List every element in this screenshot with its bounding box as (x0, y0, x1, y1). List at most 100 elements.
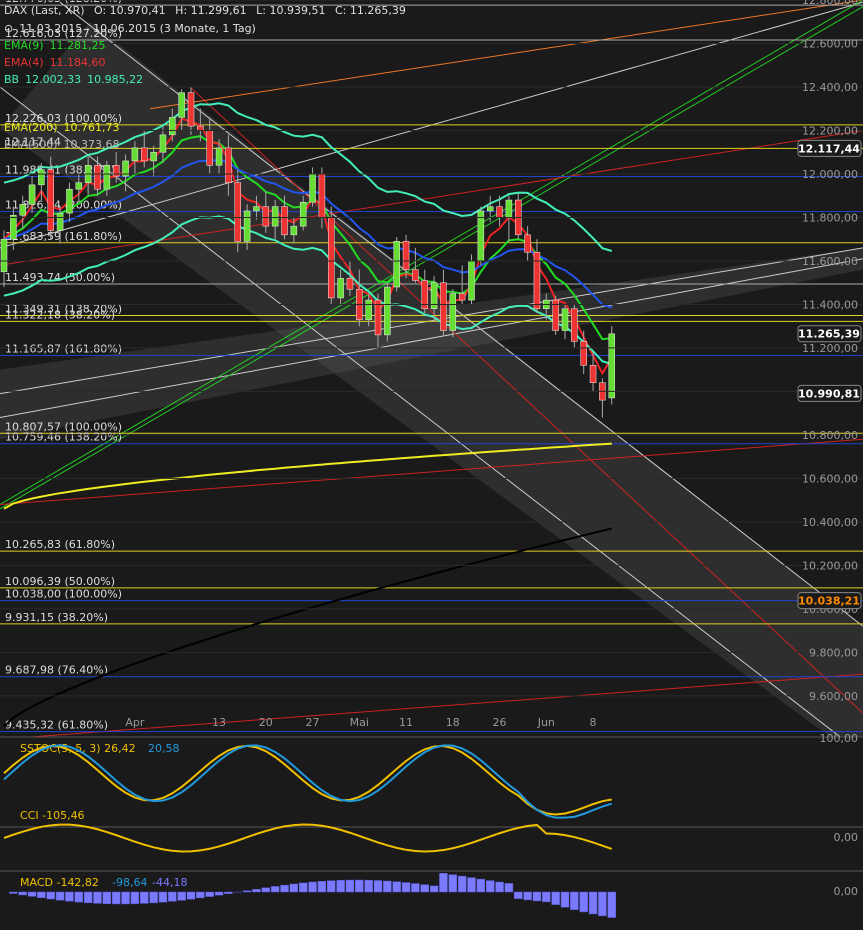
macd-legend-label: MACD -142,82 (20, 876, 99, 889)
candle-body (486, 206, 494, 212)
clock-icon: ⊙ (4, 22, 14, 35)
x-tick-label: 26 (493, 716, 507, 729)
x-tick-label: 18 (446, 716, 460, 729)
x-tick-label: Mai (350, 716, 369, 729)
macd-histogram-bar (121, 891, 130, 905)
candle-body (346, 278, 354, 290)
macd-histogram-bar (55, 891, 65, 901)
y-tick-label: 12.000,00 (802, 168, 858, 181)
macd-histogram-bar (607, 891, 616, 918)
candle-body (468, 260, 475, 301)
price-badge-label: 10.990,81 (798, 387, 860, 400)
cci-background (0, 827, 863, 869)
candle-body (281, 206, 288, 236)
candle-body (234, 182, 241, 242)
candle-body (103, 165, 111, 190)
macd-histogram-bar (355, 879, 364, 893)
y-tick-label: 10.400,00 (802, 516, 858, 529)
candle-body (131, 147, 139, 162)
legend-ema9-value: 11.281,25 (49, 39, 106, 52)
legend-ema500-value: 10.373,68 (63, 138, 120, 151)
candle-body (290, 225, 298, 236)
date-range-text: 11.03.2015 - 10.06.2015 (3 Monate, 1 Tag… (19, 22, 256, 35)
close-value: C: 11.265,39 (334, 4, 406, 17)
x-tick-label: Apr (125, 716, 145, 729)
y-tick-label: 12.200,00 (802, 124, 858, 137)
level-label: 11.165,87 (161.80%) (5, 342, 122, 355)
y-tick-label: 10.600,00 (802, 472, 858, 485)
macd-histogram-bar (261, 887, 271, 893)
macd-histogram-bar (429, 885, 439, 893)
legend-ema200-value: 10.761,73 (63, 121, 120, 134)
legend-bb: BB 12.002,33 10.985,22 (4, 73, 149, 86)
price-badge-label: 10.038,21 (798, 595, 860, 608)
candle-body (299, 201, 307, 227)
candle-body (225, 147, 232, 183)
y-tick-label: 9.800,00 (809, 646, 858, 659)
macd-histogram-bar (214, 891, 224, 896)
candle-body (477, 210, 485, 262)
open-value: O: 10.970,41 (94, 4, 166, 17)
macd-histogram-bar (448, 874, 458, 893)
macd-histogram-bar (485, 880, 495, 893)
candle-body (159, 134, 167, 153)
macd-histogram-bar (392, 881, 401, 893)
y-tick-label: 11.400,00 (802, 298, 858, 311)
level-label: 10.096,39 (50.00%) (5, 575, 115, 588)
candle-body (187, 92, 195, 127)
macd-histogram-bar (327, 880, 336, 893)
candle-body (206, 130, 213, 166)
stochastic-panel: SSTOC(5, 5, 3) 26,42 20,58100,00 (0, 732, 863, 825)
macd-histogram-bar (551, 891, 560, 905)
macd-histogram-bar (177, 891, 186, 901)
macd-histogram-bar (457, 875, 467, 893)
candle-body (262, 206, 270, 227)
candle-body (328, 217, 335, 299)
candle-body (374, 299, 382, 336)
macd-histogram-bar (158, 891, 168, 903)
candle-body (440, 282, 447, 331)
candle-body (197, 125, 204, 131)
macd-histogram-bar (317, 881, 327, 893)
macd-histogram-bar (439, 872, 448, 893)
macd-histogram-bar (467, 877, 476, 893)
candle-body (505, 199, 513, 218)
candle-body (10, 215, 17, 240)
macd-histogram-bar (37, 891, 46, 899)
price-badge-label: 12.117,44 (798, 142, 860, 155)
stoch-legend-d: 20,58 (148, 742, 180, 755)
candle-body (402, 241, 410, 270)
level-label: 10.759,46 (138.20%) (5, 431, 122, 444)
y-tick-label: 11.600,00 (802, 255, 858, 268)
candle-body (38, 169, 45, 186)
macd-histogram-bar (476, 878, 486, 893)
legend-ema9: EMA(9) 11.281,25 (4, 39, 112, 52)
macd-histogram-bar (383, 880, 392, 893)
candle-body (318, 173, 326, 218)
candle-body (215, 147, 223, 166)
y-tick-label: 12.800,00 (802, 0, 858, 7)
macd-histogram-bar (111, 891, 121, 905)
level-label: 9.931,15 (38.20%) (5, 611, 108, 624)
x-tick-label: 27 (306, 716, 320, 729)
level-label: 9.687,98 (76.40%) (5, 664, 108, 677)
macd-histogram-bar (242, 890, 252, 893)
cci-legend-label: CCI -105,46 (20, 809, 85, 822)
stoch-axis-label: 100,00 (820, 732, 859, 745)
candle-body (66, 188, 73, 214)
candle-body (365, 299, 372, 320)
low-value: L: 10.939,51 (256, 4, 326, 17)
macd-histogram-bar (514, 891, 523, 899)
candle-body (150, 151, 157, 162)
legend-ema200: EMA(200) 10.761,73 (4, 121, 126, 134)
macd-histogram-bar (186, 891, 196, 900)
candle-body (571, 308, 578, 342)
macd-histogram-bar (523, 891, 532, 901)
macd-legend-v3: -44,18 (152, 876, 187, 889)
macd-histogram-bar (289, 883, 299, 893)
macd-histogram-bar (280, 884, 289, 893)
x-tick-label: 20 (259, 716, 273, 729)
level-label: 10.265,83 (61.80%) (5, 538, 115, 551)
candle-body (141, 147, 148, 162)
candle-body (28, 184, 36, 205)
